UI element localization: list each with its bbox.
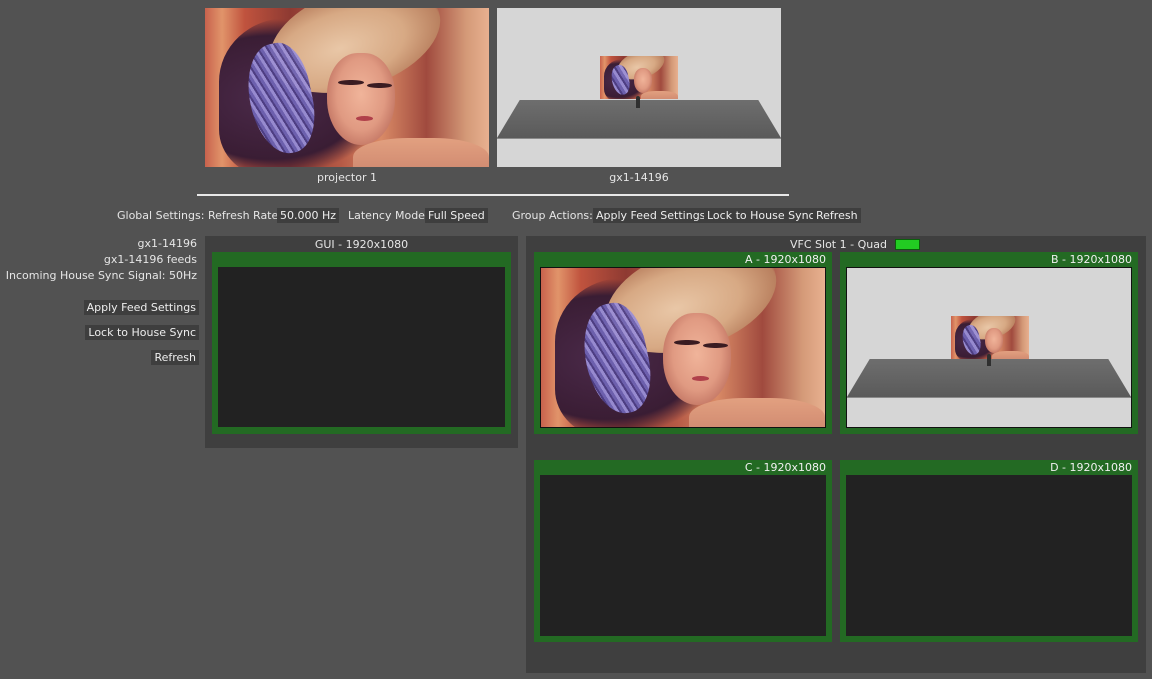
vfc-slot-b[interactable]: B - 1920x1080 [840,252,1138,434]
slot-c-view [540,475,826,636]
portrait-image [541,268,825,427]
preview-label: gx1-14196 [609,171,669,184]
gui-panel-title: GUI - 1920x1080 [314,238,409,251]
scene-image [497,8,781,167]
latency-mode-label: Latency Mode [348,209,425,222]
slot-d-view [846,475,1132,636]
status-indicator [895,239,920,250]
house-sync-status: Incoming House Sync Signal: 50Hz [5,269,197,282]
portrait-image [205,8,489,167]
latency-mode-select[interactable]: Full Speed [425,208,488,223]
refresh-rate-label: Refresh Rate [208,209,279,222]
scene-image [847,268,1131,427]
slot-label: C - 1920x1080 [744,461,826,474]
refresh-button[interactable]: Refresh [151,350,199,365]
preview-label: projector 1 [317,171,377,184]
gui-feed-slot[interactable] [212,252,511,434]
vfc-slot-c[interactable]: C - 1920x1080 [534,460,832,642]
lock-to-house-sync-button[interactable]: Lock to House Sync [85,325,199,340]
apply-feed-settings-button[interactable]: Apply Feed Settings [83,300,199,315]
device-name: gx1-14196 [137,237,197,250]
slot-a-view [540,267,826,428]
device-feeds: gx1-14196 feeds [103,253,197,266]
group-actions-label: Group Actions: [512,209,593,222]
slot-label: B - 1920x1080 [1050,253,1132,266]
preview-gx1-14196[interactable] [497,8,781,167]
vfc-panel: VFC Slot 1 - Quad A - 1920x1080 B - 1920… [526,236,1146,673]
group-refresh-button[interactable]: Refresh [813,208,861,223]
slot-label: A - 1920x1080 [745,253,826,266]
divider [197,194,789,196]
gui-panel: GUI - 1920x1080 [205,236,518,448]
refresh-rate-field[interactable]: 50.000 Hz [277,208,340,223]
preview-projector-1[interactable] [205,8,489,167]
vfc-slot-d[interactable]: D - 1920x1080 [840,460,1138,642]
global-settings-label: Global Settings: [117,209,205,222]
vfc-slot-a[interactable]: A - 1920x1080 [534,252,832,434]
slot-b-view [846,267,1132,428]
vfc-panel-title: VFC Slot 1 - Quad [790,238,887,251]
group-lock-to-house-sync-button[interactable]: Lock to House Sync [704,208,818,223]
group-apply-feed-settings-button[interactable]: Apply Feed Settings [593,208,709,223]
slot-label: D - 1920x1080 [1050,461,1132,474]
gui-feed-view [218,267,505,427]
